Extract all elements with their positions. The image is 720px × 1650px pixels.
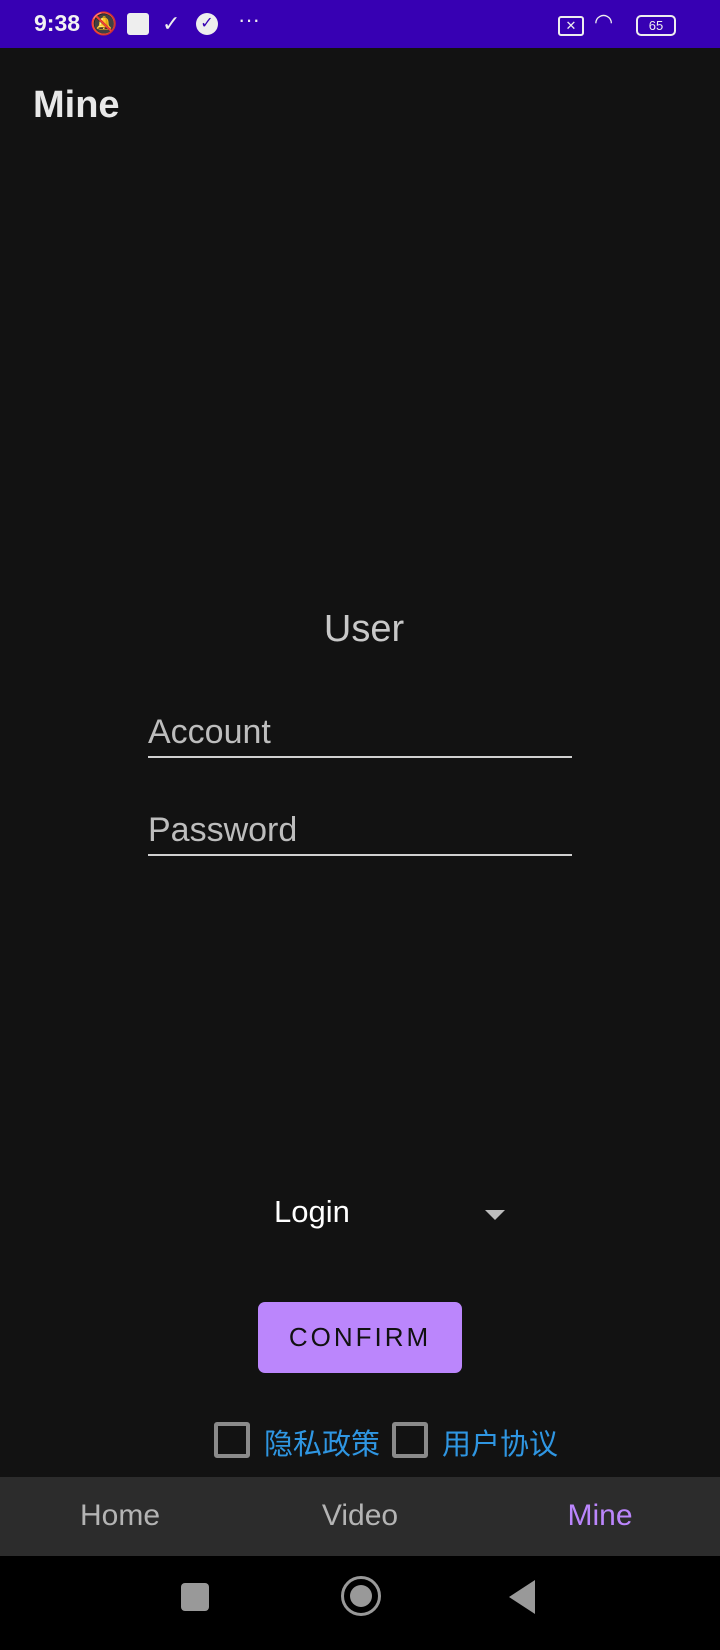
- battery-icon: 65: [636, 15, 676, 36]
- mode-spinner[interactable]: Login: [274, 1190, 514, 1240]
- app-icon: [127, 13, 149, 35]
- confirm-button[interactable]: CONFIRM: [258, 1302, 462, 1373]
- tab-mine[interactable]: Mine: [480, 1499, 720, 1533]
- home-icon[interactable]: [341, 1576, 381, 1616]
- privacy-policy-link[interactable]: 隐私政策: [264, 1421, 380, 1463]
- recents-icon[interactable]: [181, 1583, 209, 1611]
- privacy-policy-checkbox[interactable]: [214, 1422, 250, 1458]
- bell-off-icon: 🔕: [90, 11, 118, 36]
- spinner-selected: Login: [274, 1194, 350, 1229]
- page-title: Mine: [33, 84, 120, 126]
- check-circle-icon: ✓: [196, 13, 218, 35]
- dropdown-arrow-icon: [485, 1210, 505, 1220]
- form-heading: User: [323, 608, 405, 650]
- battery-level: 65: [648, 18, 664, 33]
- back-icon[interactable]: [509, 1580, 535, 1614]
- bottom-nav: Home Video Mine: [0, 1477, 720, 1556]
- user-agreement-link[interactable]: 用户协议: [442, 1421, 558, 1463]
- account-input[interactable]: [148, 708, 572, 758]
- tab-home[interactable]: Home: [0, 1499, 240, 1533]
- password-input[interactable]: [148, 806, 572, 856]
- tab-video[interactable]: Video: [240, 1499, 480, 1533]
- sim-off-icon: ✕: [558, 16, 584, 36]
- user-agreement-checkbox[interactable]: [392, 1422, 428, 1458]
- download-done-icon: ✓: [162, 11, 181, 36]
- wifi-icon: ◠: [594, 9, 614, 34]
- status-bar: 9:38 🔕 ✓ ✓ ··· ✕ ◠ 65: [0, 0, 720, 48]
- more-icon: ···: [238, 7, 260, 32]
- status-time: 9:38: [34, 10, 81, 36]
- system-nav-bar: [0, 1556, 720, 1650]
